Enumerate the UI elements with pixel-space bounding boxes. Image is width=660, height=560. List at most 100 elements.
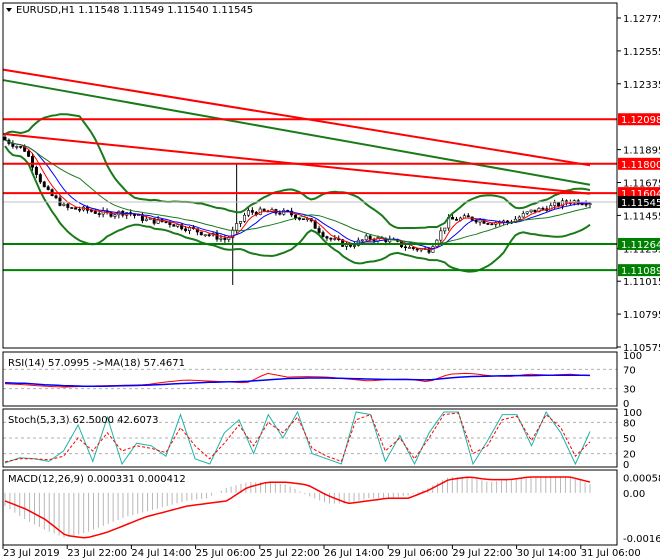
candle-body xyxy=(278,212,282,215)
candle-body xyxy=(403,246,407,249)
price-tick-label: 1.11015 xyxy=(623,277,660,288)
candle-body xyxy=(97,213,101,215)
candle-body xyxy=(329,237,333,240)
candle-body xyxy=(19,146,23,148)
time-tick-label: 25 Jul 06:00 xyxy=(196,548,256,559)
candle-body xyxy=(148,218,152,220)
candle-body xyxy=(164,221,168,223)
collapse-triangle-icon[interactable] xyxy=(6,8,12,12)
level-tag-label: 1.12098 xyxy=(621,115,660,126)
ma-fast-line xyxy=(4,139,591,251)
indicator-tick-label: 0.00 xyxy=(623,489,645,500)
candle-body xyxy=(584,203,588,206)
price-tick-label: 1.10795 xyxy=(623,310,660,321)
candle-body xyxy=(325,236,329,239)
candle-body xyxy=(529,209,533,213)
time-tick-label: 30 Jul 14:00 xyxy=(517,548,577,559)
time-tick-label: 23 Jul 22:00 xyxy=(67,548,127,559)
macd-label: MACD(12,26,9) 0.000331 0.000412 xyxy=(8,474,186,485)
candle-body xyxy=(360,239,364,242)
candle-body xyxy=(553,202,557,206)
candle-body xyxy=(443,227,447,232)
candle-body xyxy=(66,203,70,208)
candle-body xyxy=(521,213,525,218)
price-tick-label: 1.11455 xyxy=(623,211,660,222)
candle-body xyxy=(541,207,545,210)
candle-body xyxy=(223,237,227,240)
candle-body xyxy=(246,210,250,216)
candle-body xyxy=(30,156,34,168)
candle-body xyxy=(525,211,529,214)
candle-body xyxy=(54,195,58,199)
ma-mid-line xyxy=(4,139,590,250)
candle-body xyxy=(415,248,419,251)
price-tick-label: 1.11895 xyxy=(623,146,660,157)
indicator-tick-label: -0.001697 xyxy=(623,534,660,545)
candle-body xyxy=(235,223,239,231)
candle-body xyxy=(407,247,411,249)
candle-body xyxy=(62,203,66,206)
candle-body xyxy=(34,166,38,175)
time-tick-label: 25 Jul 22:00 xyxy=(260,548,320,559)
candle-body xyxy=(74,207,78,210)
candle-body xyxy=(364,235,368,241)
candle-body xyxy=(207,234,211,236)
candle-body xyxy=(199,231,203,236)
candle-body xyxy=(439,230,443,241)
candle-body xyxy=(368,235,372,240)
panel-frame-main xyxy=(2,2,618,349)
indicator-tick-label: 50 xyxy=(623,434,636,445)
candle-body xyxy=(411,247,415,249)
indicator-tick-label: 70 xyxy=(623,365,636,376)
candle-body xyxy=(478,219,482,223)
candle-body xyxy=(78,208,82,211)
indicator-tick-label: 0 xyxy=(623,460,629,471)
indicator-tick-label: 20 xyxy=(623,450,636,461)
rsi-label: RSI(14) 57.0995 ->MA(18) 57.4671 xyxy=(8,358,185,369)
candle-body xyxy=(466,215,470,218)
candle-body xyxy=(42,181,46,188)
candle-body xyxy=(517,216,521,220)
price-tick-label: 1.12555 xyxy=(623,47,660,58)
candle-body xyxy=(242,214,246,222)
candle-body xyxy=(239,221,243,224)
candle-body xyxy=(321,232,325,237)
candle-body xyxy=(533,209,537,213)
macd-signal-line xyxy=(4,476,591,539)
level-tag-label: 1.11264 xyxy=(621,240,660,251)
candle-body xyxy=(15,146,19,148)
chart-canvas[interactable]: 10070300 1008050200 0.0005870.00-0.00169… xyxy=(0,0,660,560)
candle-body xyxy=(557,202,561,207)
time-tick-label: 31 Jul 06:00 xyxy=(581,548,641,559)
trendline xyxy=(2,68,591,167)
candle-body xyxy=(219,237,223,240)
candle-body xyxy=(144,218,148,221)
time-tick-label: 24 Jul 14:00 xyxy=(131,548,191,559)
candle-body xyxy=(250,210,254,213)
candle-body xyxy=(262,208,266,212)
candle-body xyxy=(317,228,321,233)
candle-body xyxy=(3,136,7,141)
main-price-panel xyxy=(2,68,617,285)
candle-body xyxy=(451,216,455,220)
candle-body xyxy=(490,223,494,226)
indicator-tick-label: 30 xyxy=(623,385,636,396)
candle-body xyxy=(203,234,207,236)
indicator-tick-label: 100 xyxy=(623,408,642,419)
candle-body xyxy=(486,223,490,225)
level-tag-label: 1.11800 xyxy=(621,160,660,171)
candle-body xyxy=(215,233,219,240)
candle-body xyxy=(333,238,337,240)
price-tick-label: 1.10575 xyxy=(623,343,660,354)
candle-body xyxy=(580,203,584,206)
indicator-tick-label: 80 xyxy=(623,418,636,429)
price-tick-label: 1.12335 xyxy=(623,80,660,91)
candle-body xyxy=(38,174,42,183)
candle-body xyxy=(297,218,301,220)
candle-body xyxy=(27,151,31,157)
candle-body xyxy=(176,224,180,227)
candle-body xyxy=(301,218,305,220)
candle-body xyxy=(184,228,188,231)
symbol-title: EURUSD,H1 1.11548 1.11549 1.11540 1.1154… xyxy=(16,5,253,16)
level-tag-label: 1.11089 xyxy=(621,266,660,277)
